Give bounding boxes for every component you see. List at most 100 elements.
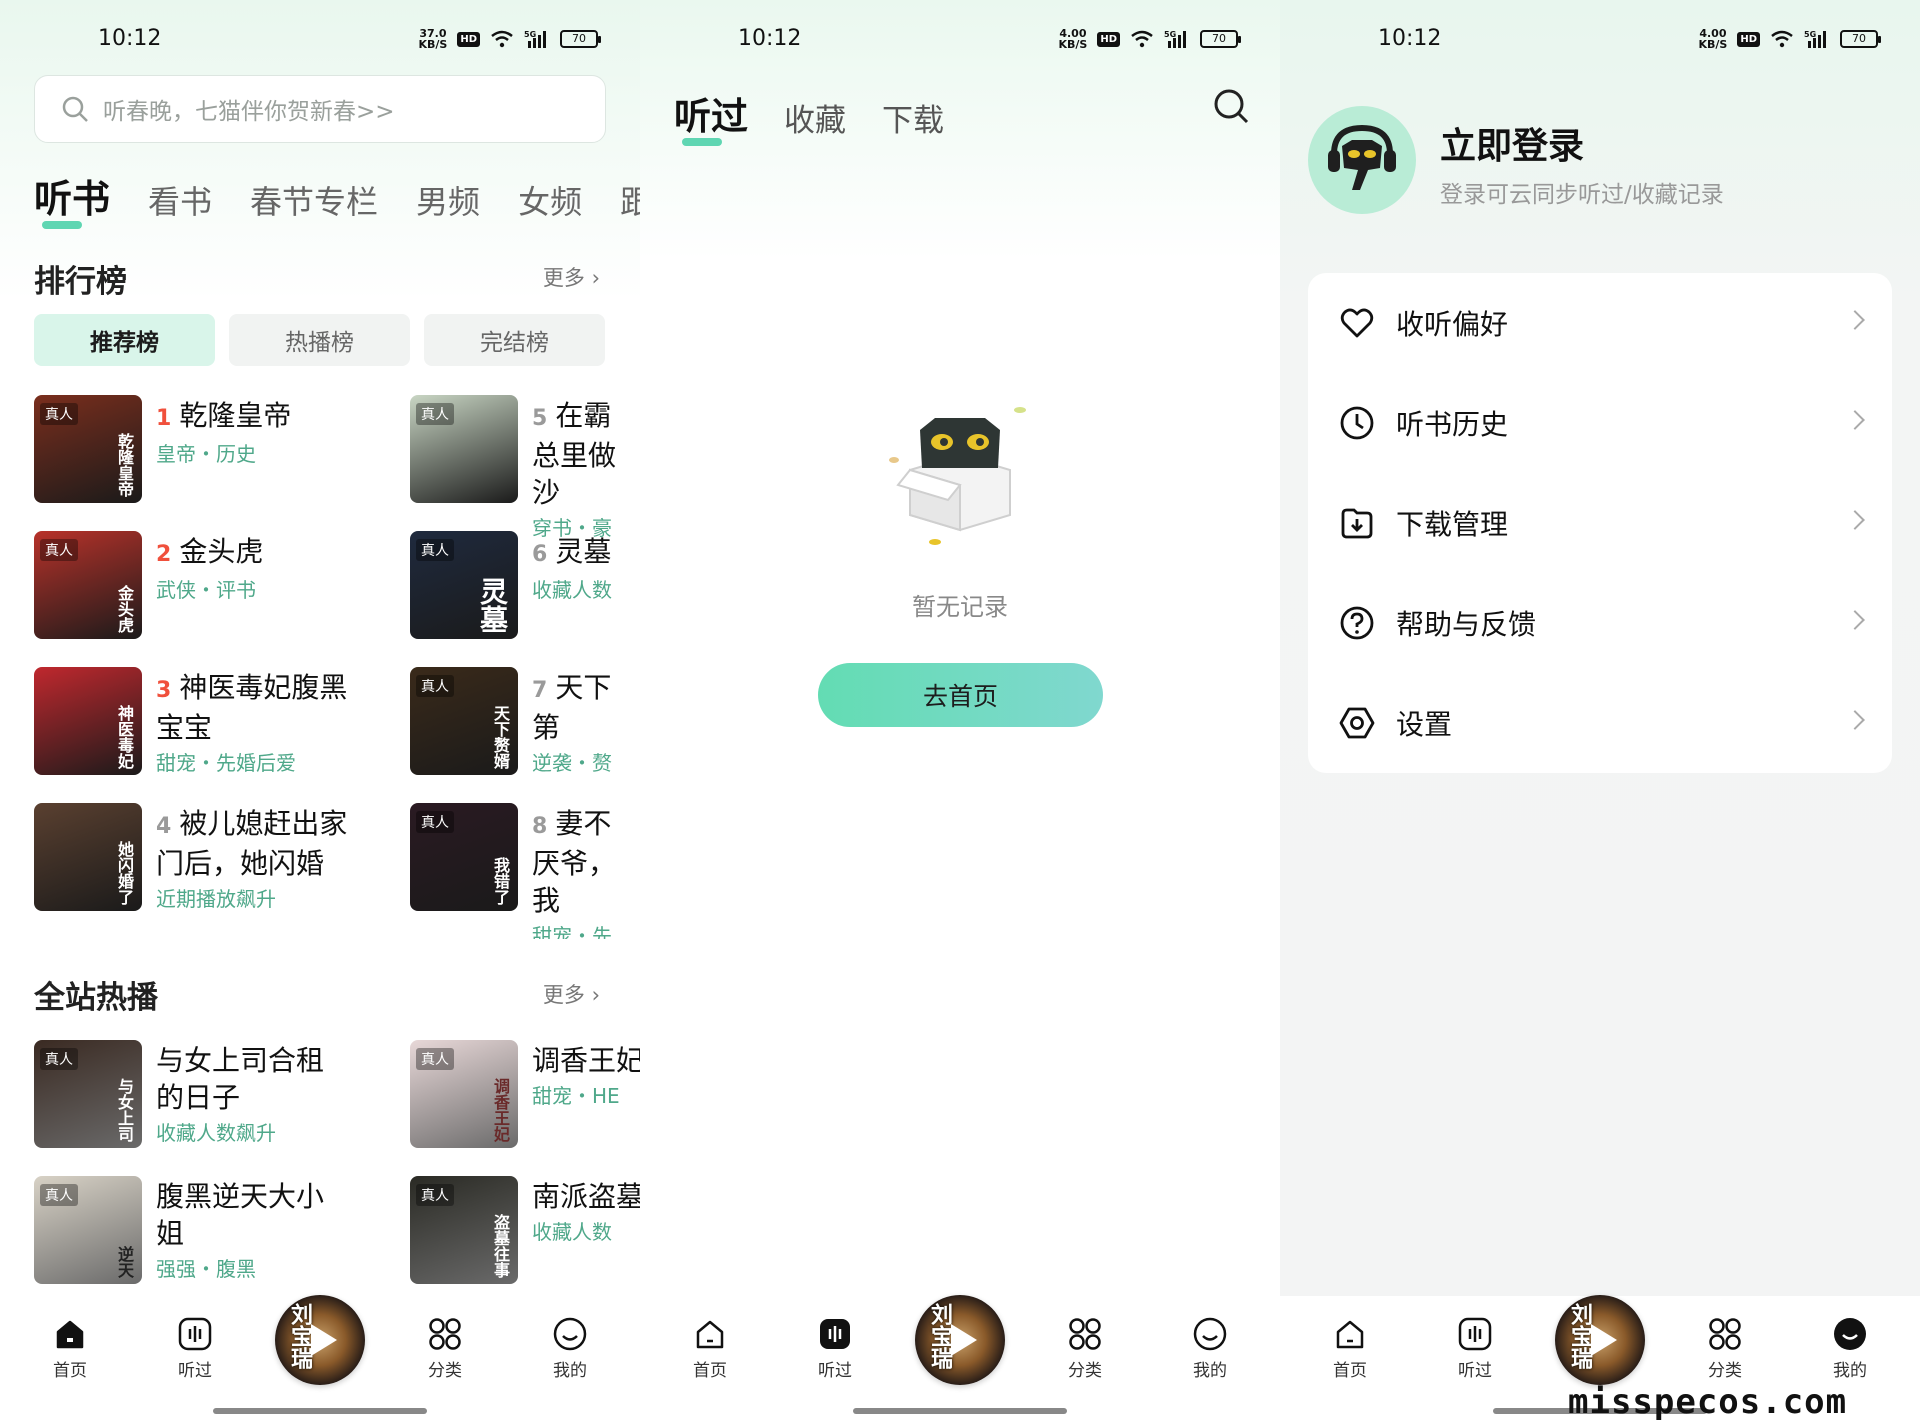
book-title: 与女上司合租的日子 — [156, 1044, 325, 1114]
home-icon — [56, 1320, 84, 1349]
nav-home[interactable]: 首页 — [1310, 1314, 1390, 1381]
list-item[interactable]: 真人 与女上司 与女上司合租的日子 收藏人数飙升 — [34, 1040, 354, 1176]
svg-text:5G: 5G — [1164, 30, 1176, 39]
list-item[interactable]: 真人 逆天 腹黑逆天大小姐 强强・腹黑 — [34, 1176, 354, 1312]
listened-screen: 10:12 4.00 KB/S HD 5G 70 听过 收藏 下载 暂无记录 去… — [640, 0, 1280, 1423]
list-item[interactable]: 真人 调香王妃 调香王妃 甜宠・HE — [410, 1040, 640, 1176]
audio-wave-icon — [178, 1317, 212, 1351]
tab-spring[interactable]: 春节专栏 — [250, 177, 378, 223]
search-input[interactable]: 听春晚，七猫伴你贺新春>> — [34, 75, 606, 143]
list-item[interactable]: 她闪婚了 4 被儿媳赶出家门后，她闪婚 近期播放飙升 — [34, 803, 354, 939]
list-item[interactable]: 真人 盗墓往事 南派盗墓 收藏人数 — [410, 1176, 640, 1312]
tab-listened[interactable]: 听过 — [674, 86, 748, 146]
hot-more-link[interactable]: 更多 › — [543, 979, 600, 1009]
chevron-right-icon — [1845, 510, 1865, 530]
nav-category[interactable]: 分类 — [1685, 1314, 1765, 1381]
chip-finished[interactable]: 完结榜 — [424, 314, 605, 366]
bottom-nav: 首页 听过 刘宝瑞 分类 我的 — [0, 1295, 640, 1423]
hot-list-right: 真人 调香王妃 调香王妃 甜宠・HE 真人 盗墓往事 南派盗墓 收藏人数 — [410, 1040, 640, 1312]
nav-mine[interactable]: 我的 — [1810, 1314, 1890, 1381]
app-screens: 10:12 37.0 KB/S HD 5G 70 听春晚，七猫伴你贺新春>> 听书… — [0, 0, 1920, 1423]
tab-listen[interactable]: 听书 — [34, 168, 110, 229]
tab-read[interactable]: 看书 — [148, 177, 212, 223]
help-icon — [1340, 606, 1374, 640]
book-title: 5 在霸总里做沙 — [532, 399, 617, 509]
menu-item-preferences[interactable]: 收听偏好 — [1308, 273, 1892, 373]
list-item[interactable]: 神医毒妃 3 神医毒妃腹黑宝宝 甜宠・先婚后爱 — [34, 667, 354, 803]
chip-hot[interactable]: 热播榜 — [229, 314, 410, 366]
now-playing-disc[interactable]: 刘宝瑞 — [915, 1295, 1005, 1385]
menu-item-settings[interactable]: 设置 — [1308, 673, 1892, 773]
list-item[interactable]: 真人 灵墓 6 灵墓 收藏人数 — [410, 531, 640, 667]
chevron-right-icon — [1845, 610, 1865, 630]
ranking-list-left: 真人 乾隆皇帝 1 乾隆皇帝 皇帝・历史 真人 金头虎 2 金头虎 武侠・评书 神医毒妃 3… — [34, 395, 354, 939]
settings-icon — [1339, 707, 1375, 739]
menu-item-downloads[interactable]: 下载管理 — [1308, 473, 1892, 573]
menu-card: 收听偏好 听书历史 下载管理 帮助与反馈 设置 — [1308, 273, 1892, 773]
search-icon — [62, 96, 88, 122]
status-time: 10:12 — [738, 26, 802, 51]
chip-recommend[interactable]: 推荐榜 — [34, 314, 215, 366]
login-subtitle: 登录可云同步听过/收藏记录 — [1440, 182, 1724, 208]
book-subtitle: 甜宠・先 — [532, 924, 612, 939]
nav-listened[interactable]: 听过 — [1435, 1314, 1515, 1381]
book-subtitle: 收藏人数 — [532, 578, 612, 602]
wifi-icon — [1771, 30, 1793, 48]
nav-home[interactable]: 首页 — [670, 1314, 750, 1381]
battery-icon: 70 — [1200, 30, 1241, 48]
listened-tabs: 听过 收藏 下载 — [674, 86, 944, 146]
book-title: 3 神医毒妃腹黑宝宝 — [156, 671, 348, 744]
now-playing-disc[interactable]: 刘宝瑞 — [275, 1295, 365, 1385]
list-item[interactable]: 真人 我错了 8 妻不厌爷，我 甜宠・先 — [410, 803, 640, 939]
book-cover: 真人 金头虎 — [34, 531, 142, 639]
tab-downloads[interactable]: 下载 — [882, 95, 944, 140]
nav-listened[interactable]: 听过 — [795, 1314, 875, 1381]
tab-female[interactable]: 女频 — [518, 177, 582, 223]
nav-listened[interactable]: 听过 — [155, 1314, 235, 1381]
ranking-more-link[interactable]: 更多 › — [543, 262, 600, 292]
category-icon — [1069, 1318, 1101, 1350]
nav-home[interactable]: 首页 — [30, 1314, 110, 1381]
list-item[interactable]: 真人 5 在霸总里做沙 穿书・豪 — [410, 395, 640, 540]
nav-category[interactable]: 分类 — [1045, 1314, 1125, 1381]
nav-category[interactable]: 分类 — [405, 1314, 485, 1381]
play-icon — [311, 1324, 337, 1356]
book-subtitle: 皇帝・历史 — [156, 442, 256, 466]
hd-icon: HD — [1097, 31, 1120, 47]
login-button[interactable]: 立即登录 — [1440, 117, 1584, 169]
menu-item-history[interactable]: 听书历史 — [1308, 373, 1892, 473]
home-screen: 10:12 37.0 KB/S HD 5G 70 听春晚，七猫伴你贺新春>> 听书… — [0, 0, 640, 1423]
now-playing-disc[interactable]: 刘宝瑞 — [1555, 1295, 1645, 1385]
tab-more[interactable]: 跟 — [620, 177, 640, 223]
menu-item-help[interactable]: 帮助与反馈 — [1308, 573, 1892, 673]
nav-mine[interactable]: 我的 — [1170, 1314, 1250, 1381]
list-item[interactable]: 真人 天下赘婿 7 天下第 逆袭・赘 — [410, 667, 640, 803]
search-icon[interactable] — [1212, 87, 1250, 125]
book-title: 1 乾隆皇帝 — [156, 399, 292, 432]
smile-icon — [553, 1317, 587, 1351]
book-title: 4 被儿媳赶出家门后，她闪婚 — [156, 807, 348, 880]
list-item[interactable]: 真人 乾隆皇帝 1 乾隆皇帝 皇帝・历史 — [34, 395, 354, 531]
ranking-list-right: 真人 5 在霸总里做沙 穿书・豪 真人 灵墓 6 灵墓 收藏人数 真人 天下赘婿 7 天下第逆… — [410, 395, 640, 939]
hd-icon: HD — [1737, 31, 1760, 47]
signal-icon: 5G — [524, 30, 546, 48]
book-cover: 真人 灵墓 — [410, 531, 518, 639]
mine-screen: 10:12 4.00 KB/S HD 5G 70 立即登录 登录可云同步听过/收藏… — [1280, 0, 1920, 1423]
category-icon — [1709, 1318, 1741, 1350]
search-placeholder: 听春晚，七猫伴你贺新春>> — [103, 99, 395, 125]
book-subtitle: 近期播放飙升 — [156, 887, 276, 911]
tab-favorites[interactable]: 收藏 — [784, 95, 846, 140]
empty-cat-box-illustration — [889, 407, 1026, 545]
chevron-right-icon — [1845, 710, 1865, 730]
go-home-button[interactable]: 去首页 — [818, 663, 1103, 727]
bottom-nav: 首页 听过 刘宝瑞 分类 我的 — [640, 1295, 1280, 1423]
watermark-text: misspecos.com — [1568, 1382, 1848, 1422]
tab-male[interactable]: 男频 — [416, 177, 480, 223]
book-cover: 真人 我错了 — [410, 803, 518, 911]
wifi-icon — [491, 30, 513, 48]
nav-mine[interactable]: 我的 — [530, 1314, 610, 1381]
wifi-icon — [1131, 30, 1153, 48]
list-item[interactable]: 真人 金头虎 2 金头虎 武侠・评书 — [34, 531, 354, 667]
avatar[interactable] — [1308, 106, 1416, 214]
book-cover: 真人 逆天 — [34, 1176, 142, 1284]
